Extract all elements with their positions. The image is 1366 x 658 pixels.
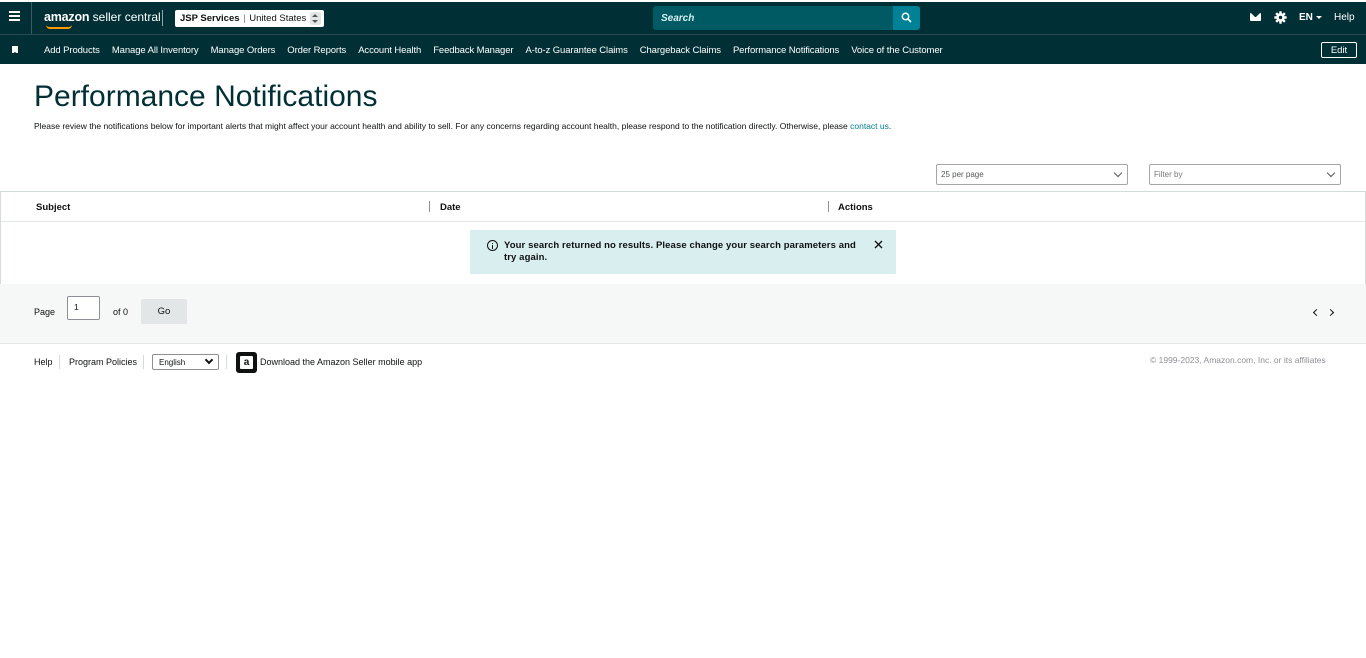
footer-help-link[interactable]: Help	[34, 357, 53, 367]
column-separator	[828, 201, 829, 212]
filter-placeholder: Filter by	[1154, 170, 1183, 179]
account-region: United States	[249, 13, 307, 24]
footer: Help Program Policies English a Download…	[0, 352, 1366, 374]
chevron-left-icon[interactable]	[1312, 308, 1321, 317]
pagination-bar: Page 1 of 0 Go	[0, 284, 1366, 344]
footer-separator	[226, 355, 227, 369]
chevron-down-icon	[1326, 168, 1336, 178]
contact-us-link[interactable]: contact us	[850, 121, 889, 131]
close-icon[interactable]	[874, 240, 883, 249]
header-divider	[162, 10, 163, 26]
logo-suffix: seller central	[89, 10, 161, 24]
column-header-subject[interactable]: Subject	[36, 202, 70, 213]
program-policies-link[interactable]: Program Policies	[69, 357, 137, 367]
copyright-text: © 1999-2023, Amazon.com, Inc. or its aff…	[1150, 355, 1326, 365]
page-count-label: of 0	[113, 307, 129, 317]
language-selector[interactable]: EN	[1299, 12, 1322, 23]
download-app-link[interactable]: Download the Amazon Seller mobile app	[260, 357, 422, 367]
up-down-arrows-icon	[310, 12, 321, 25]
page-description: Please review the notifications below fo…	[34, 120, 894, 132]
description-text: Please review the notifications below fo…	[34, 121, 851, 131]
amazon-app-icon[interactable]: a	[236, 352, 257, 373]
filter-select[interactable]: Filter by	[1149, 164, 1341, 185]
column-header-actions: Actions	[838, 202, 873, 213]
nav-item-voice-of-customer[interactable]: Voice of the Customer	[851, 45, 942, 56]
bookmark-icon[interactable]	[12, 46, 18, 54]
info-icon	[487, 240, 498, 251]
language-select-value: English	[159, 358, 186, 367]
account-name: JSP Services	[180, 13, 240, 24]
footer-separator	[59, 355, 60, 369]
gear-icon[interactable]	[1274, 11, 1287, 24]
search-input[interactable]: Search	[653, 6, 893, 30]
language-label: EN	[1299, 12, 1313, 23]
help-link[interactable]: Help	[1334, 12, 1355, 23]
search-placeholder: Search	[661, 13, 695, 24]
language-select[interactable]: English	[152, 354, 219, 370]
seller-central-logo[interactable]: amazon seller central	[44, 10, 161, 29]
go-button[interactable]: Go	[141, 299, 187, 324]
nav-item-feedback-manager[interactable]: Feedback Manager	[433, 45, 513, 56]
nav-items: Add Products Manage All Inventory Manage…	[38, 45, 949, 56]
nav-item-account-health[interactable]: Account Health	[358, 45, 421, 56]
mail-icon[interactable]	[1250, 13, 1261, 21]
caret-down-icon	[1315, 15, 1322, 19]
alert-message: Your search returned no results. Please …	[504, 240, 856, 263]
account-switcher[interactable]: JSP Services | United States	[175, 10, 324, 27]
nav-item-a-to-z-claims[interactable]: A-to-z Guarantee Claims	[525, 45, 627, 56]
search-icon	[901, 12, 912, 23]
page-number-input[interactable]: 1	[67, 296, 100, 320]
description-end: .	[888, 121, 892, 131]
nav-item-manage-orders[interactable]: Manage Orders	[211, 45, 276, 56]
per-page-value: 25 per page	[941, 170, 984, 179]
nav-item-add-products[interactable]: Add Products	[44, 45, 100, 56]
logo-smile-icon	[46, 25, 72, 29]
column-header-date[interactable]: Date	[440, 202, 461, 213]
footer-separator	[143, 355, 144, 369]
chevron-down-icon	[1113, 168, 1123, 178]
navigation-bar: Add Products Manage All Inventory Manage…	[0, 34, 1366, 64]
account-separator: |	[243, 13, 246, 24]
header-divider	[31, 2, 32, 34]
per-page-select[interactable]: 25 per page	[936, 164, 1128, 185]
chevron-down-icon	[204, 355, 214, 365]
amazon-a-glyph: a	[240, 356, 253, 369]
no-results-alert: Your search returned no results. Please …	[470, 230, 896, 274]
page-label: Page	[34, 307, 56, 317]
nav-item-performance-notifications[interactable]: Performance Notifications	[733, 45, 839, 56]
column-separator	[429, 201, 430, 212]
page-title: Performance Notifications	[34, 80, 378, 113]
edit-nav-button[interactable]: Edit	[1321, 42, 1357, 58]
nav-item-manage-inventory[interactable]: Manage All Inventory	[112, 45, 199, 56]
hamburger-icon[interactable]	[9, 11, 21, 23]
nav-item-order-reports[interactable]: Order Reports	[287, 45, 346, 56]
logo-brand: amazon	[44, 10, 90, 24]
chevron-right-icon[interactable]	[1326, 308, 1335, 317]
search-button[interactable]	[893, 6, 920, 30]
top-header: amazon seller central JSP Services | Uni…	[0, 2, 1366, 34]
nav-item-chargeback-claims[interactable]: Chargeback Claims	[640, 45, 721, 56]
table-header-row: Subject Date Actions	[1, 192, 1365, 222]
